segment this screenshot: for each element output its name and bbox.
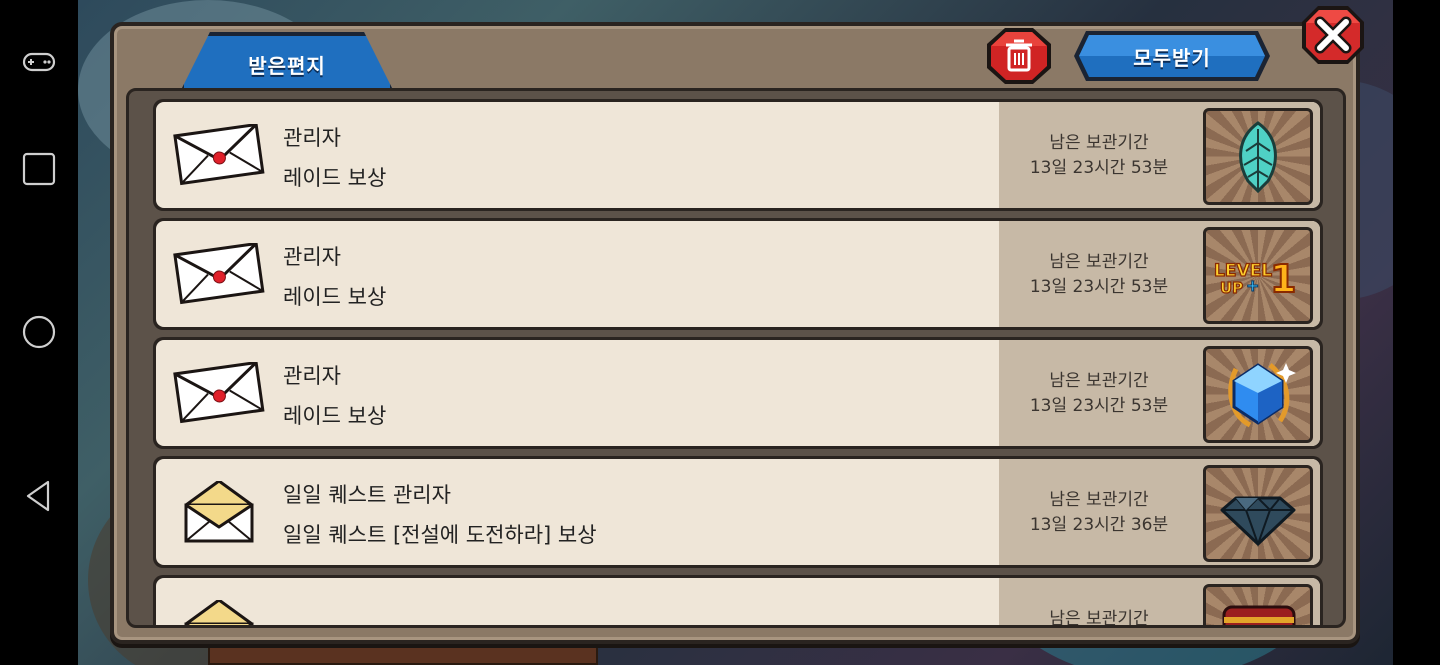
gamepad-icon[interactable] xyxy=(14,37,64,87)
back-icon[interactable] xyxy=(14,471,64,521)
retention-label: 남은 보관기간 xyxy=(1049,371,1149,391)
treasure-chest-icon xyxy=(1222,605,1296,625)
retention-label: 남은 보관기간 xyxy=(1049,133,1149,153)
feather-icon xyxy=(1239,121,1277,194)
receive-all-button[interactable]: 모두받기 xyxy=(1072,29,1272,83)
sealed-envelope-icon xyxy=(173,124,265,186)
mail-item[interactable]: 관리자 레이드 보상 남은 보관기간 13일 23시간 53분 xyxy=(153,337,1323,449)
reward-item-slot[interactable] xyxy=(1203,465,1313,562)
mail-sender: 관리자 xyxy=(283,245,341,269)
mail-list[interactable]: 관리자 레이드 보상 남은 보관기간 13일 23시간 53분 관리자 레이드 … xyxy=(126,88,1346,628)
retention-label: 남은 보관기간 xyxy=(1049,252,1149,272)
diamond-icon xyxy=(1220,496,1296,548)
svg-text:+: + xyxy=(1246,276,1259,295)
reward-item-slot[interactable] xyxy=(1203,108,1313,205)
retention-time: 13일 23시간 53분 xyxy=(1029,158,1169,178)
reward-item-slot[interactable] xyxy=(1203,346,1313,443)
mail-subject: 일일 퀘스트 [전설에 도전하라] 보상 xyxy=(283,523,597,547)
sealed-envelope-icon xyxy=(173,362,265,424)
svg-text:UP: UP xyxy=(1220,279,1243,297)
home-icon[interactable] xyxy=(14,307,64,357)
mail-item[interactable]: 남은 보관기간 xyxy=(153,575,1323,628)
right-edge xyxy=(1393,0,1440,665)
delete-button[interactable] xyxy=(985,26,1053,86)
reward-item-slot[interactable] xyxy=(1203,584,1313,625)
mail-subject: 레이드 보상 xyxy=(283,285,387,309)
mail-subject: 레이드 보상 xyxy=(283,166,387,190)
tab-inbox[interactable]: 받은편지 xyxy=(180,32,394,92)
retention-time: 13일 23시간 36분 xyxy=(1029,515,1169,535)
retention-time: 13일 23시간 53분 xyxy=(1029,396,1169,416)
mail-item[interactable]: 관리자 레이드 보상 남은 보관기간 13일 23시간 53분 LEVEL UP… xyxy=(153,218,1323,330)
tab-inbox-label: 받은편지 xyxy=(248,53,326,78)
retention-label: 남은 보관기간 xyxy=(1049,609,1149,628)
blue-gem-icon xyxy=(1228,363,1296,428)
mail-sender: 관리자 xyxy=(283,126,341,150)
open-envelope-icon xyxy=(184,481,254,543)
retention-label: 남은 보관기간 xyxy=(1049,490,1149,510)
svg-text:LEVEL: LEVEL xyxy=(1214,261,1272,281)
mail-item[interactable]: 관리자 레이드 보상 남은 보관기간 13일 23시간 53분 xyxy=(153,99,1323,211)
receive-all-label: 모두받기 xyxy=(1133,45,1211,70)
mail-item[interactable]: 일일 퀘스트 관리자 일일 퀘스트 [전설에 도전하라] 보상 남은 보관기간 … xyxy=(153,456,1323,568)
reward-item-slot[interactable]: LEVEL UP + 1 xyxy=(1203,227,1313,324)
retention-time: 13일 23시간 53분 xyxy=(1029,277,1169,297)
mail-sender: 관리자 xyxy=(283,364,341,388)
mail-subject: 레이드 보상 xyxy=(283,404,387,428)
open-envelope-icon xyxy=(184,600,254,625)
level-up-icon: LEVEL UP + 1 xyxy=(1213,256,1297,302)
system-nav-bar xyxy=(0,0,78,665)
svg-text:1: 1 xyxy=(1270,257,1296,301)
mail-sender: 일일 퀘스트 관리자 xyxy=(283,483,451,507)
close-button[interactable] xyxy=(1300,4,1366,66)
recent-apps-icon[interactable] xyxy=(14,144,64,194)
sealed-envelope-icon xyxy=(173,243,265,305)
